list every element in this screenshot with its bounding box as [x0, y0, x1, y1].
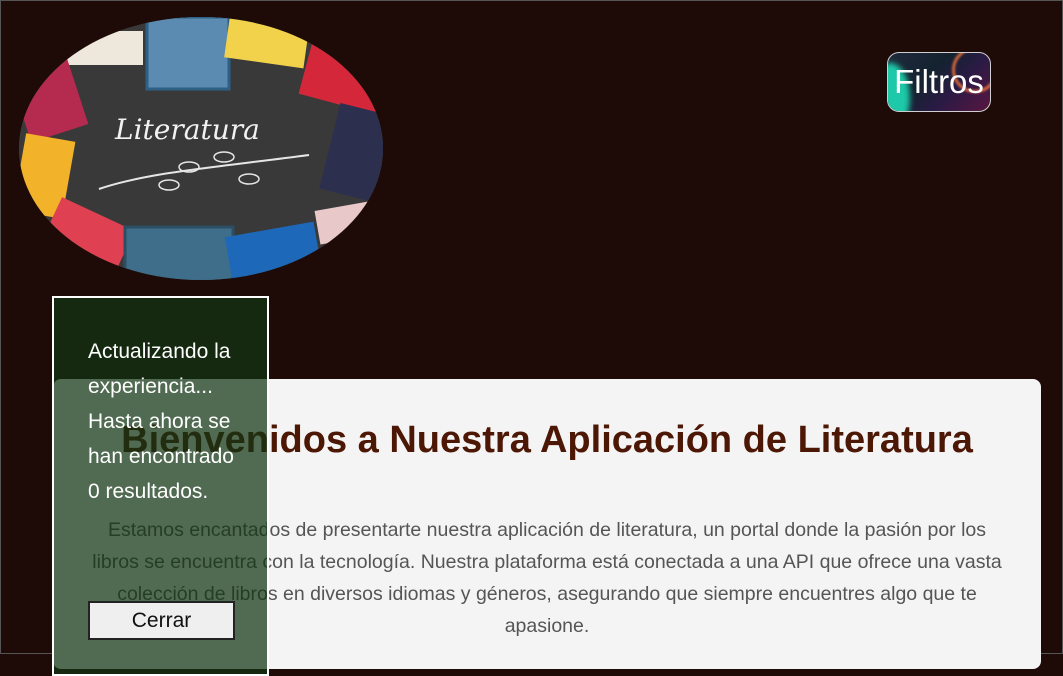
filters-button[interactable]: Filtros — [887, 52, 991, 112]
toast-message: Actualizando la experiencia... Hasta aho… — [88, 340, 234, 503]
site-logo: Literatura — [19, 17, 383, 280]
filters-button-label: Filtros — [894, 63, 984, 100]
close-button[interactable]: Cerrar — [88, 601, 235, 640]
status-toast: Actualizando la experiencia... Hasta aho… — [52, 296, 269, 676]
svg-text:Literatura: Literatura — [114, 113, 260, 146]
